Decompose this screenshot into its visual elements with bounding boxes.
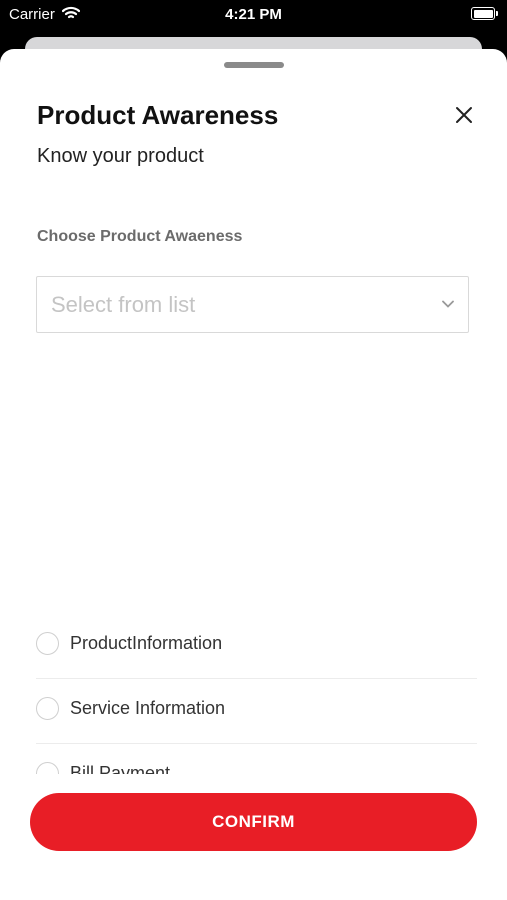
bottom-sheet: Product Awareness Know your product Choo…	[0, 49, 507, 900]
status-bar: Carrier 4:21 PM	[0, 0, 507, 30]
option-service-information[interactable]: Service Information	[36, 679, 477, 744]
radio-button[interactable]	[36, 762, 59, 774]
option-label: ProductInformation	[70, 633, 223, 653]
option-label: Service Information	[70, 698, 226, 718]
option-bill-payment[interactable]: Bill Payment	[36, 744, 477, 774]
select-placeholder: Select from list	[51, 292, 196, 317]
chevron-down-icon	[442, 300, 454, 308]
sheet-subtitle: Know your product	[37, 145, 204, 167]
radio-button[interactable]	[36, 632, 59, 655]
product-awareness-select[interactable]: Select from list	[36, 276, 469, 333]
field-label: Choose Product Awaeness	[37, 228, 243, 245]
options-list: ProductInformation Service Information B…	[36, 614, 477, 774]
sheet-title: Product Awareness	[37, 100, 279, 130]
option-product-information[interactable]: ProductInformation	[36, 614, 477, 679]
clock: 4:21 PM	[225, 6, 282, 23]
confirm-button[interactable]: CONFIRM	[30, 793, 477, 851]
option-label: Bill Payment	[70, 763, 171, 774]
battery-icon	[471, 7, 498, 20]
close-icon[interactable]	[452, 103, 476, 127]
radio-button[interactable]	[36, 697, 59, 720]
sheet-grabber[interactable]	[224, 62, 284, 68]
